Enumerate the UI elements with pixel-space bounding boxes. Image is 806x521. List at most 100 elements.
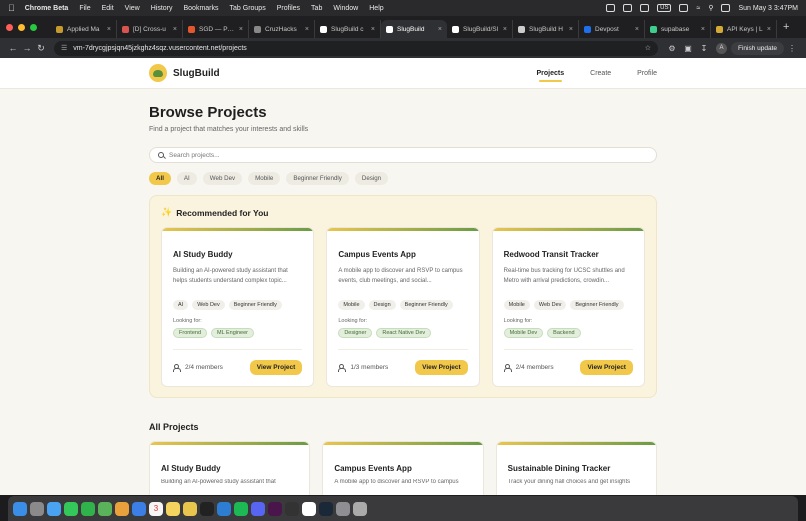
- menu-tab[interactable]: Tab: [311, 5, 322, 12]
- steam-icon[interactable]: [319, 501, 333, 516]
- new-tab-button[interactable]: +: [783, 21, 789, 33]
- project-title[interactable]: AI Study Buddy: [173, 250, 313, 259]
- project-card[interactable]: Campus Events App A mobile app to discove…: [326, 227, 480, 387]
- github-icon[interactable]: [285, 501, 299, 516]
- zoom-window-button[interactable]: [30, 23, 37, 31]
- browser-tab[interactable]: [D] Cross-u ×: [117, 20, 183, 38]
- view-project-button[interactable]: View Project: [415, 360, 468, 375]
- more-menu-icon[interactable]: ⋮: [784, 44, 800, 53]
- launchpad-icon[interactable]: [30, 501, 44, 516]
- filter-chip[interactable]: Mobile: [248, 172, 281, 185]
- address-bar[interactable]: ☰ vm-7drycgjpsjqn45jzkghz4sqz.vuserconte…: [54, 40, 658, 56]
- nav-projects[interactable]: Projects: [537, 70, 564, 82]
- close-window-button[interactable]: [6, 23, 13, 31]
- browser-tab[interactable]: Applied Ma ×: [51, 20, 117, 38]
- search-input[interactable]: Search projects...: [149, 147, 657, 163]
- status-icon[interactable]: [623, 4, 633, 12]
- project-card[interactable]: Campus Events App A mobile app to discove…: [322, 441, 484, 495]
- menu-profiles[interactable]: Profiles: [277, 5, 300, 12]
- extensions-icon[interactable]: ⚙: [664, 44, 680, 53]
- project-title[interactable]: Redwood Transit Tracker: [504, 250, 644, 259]
- menu-window[interactable]: Window: [333, 5, 358, 12]
- project-card[interactable]: Sustainable Dining Tracker Track your din…: [495, 441, 657, 495]
- menu-help[interactable]: Help: [369, 5, 383, 12]
- reload-icon[interactable]: ↻: [34, 43, 48, 54]
- calendar-icon[interactable]: 3: [149, 501, 163, 516]
- bookmark-star-icon[interactable]: ☆: [645, 44, 651, 52]
- settings-icon[interactable]: [336, 501, 350, 516]
- chrome-icon[interactable]: [183, 501, 197, 516]
- facetime-icon[interactable]: [81, 501, 95, 516]
- browser-tab[interactable]: API Keys | L ×: [711, 20, 777, 38]
- finish-update-button[interactable]: Finish update: [730, 41, 784, 55]
- url-text[interactable]: vm-7drycgjpsjqn45jzkghz4sqz.vusercontent…: [73, 45, 247, 52]
- safari-icon[interactable]: [47, 501, 61, 516]
- status-icon[interactable]: [606, 4, 616, 12]
- control-center-icon[interactable]: [721, 4, 731, 12]
- menu-tab-groups[interactable]: Tab Groups: [230, 5, 266, 12]
- photos-icon[interactable]: [115, 501, 129, 516]
- browser-tab[interactable]: SlugBuild H ×: [513, 20, 579, 38]
- project-title[interactable]: Campus Events App: [338, 250, 478, 259]
- tab-close-icon[interactable]: ×: [635, 26, 639, 33]
- browser-tab[interactable]: SGD — PyTo ×: [183, 20, 249, 38]
- project-card[interactable]: AI Study Buddy Building an AI-powered stu…: [161, 227, 315, 387]
- discord-icon[interactable]: [251, 501, 265, 516]
- filter-chip[interactable]: Beginner Friendly: [286, 172, 349, 185]
- nav-profile[interactable]: Profile: [637, 70, 657, 77]
- browser-tab[interactable]: Devpost ×: [579, 20, 645, 38]
- site-info-icon[interactable]: ☰: [61, 44, 67, 52]
- nav-create[interactable]: Create: [590, 70, 611, 77]
- filter-chip[interactable]: Web Dev: [202, 172, 243, 185]
- project-title[interactable]: Sustainable Dining Tracker: [508, 464, 656, 473]
- menu-bookmarks[interactable]: Bookmarks: [184, 5, 219, 12]
- download-icon[interactable]: ↧: [696, 44, 712, 53]
- filter-chip[interactable]: All: [149, 172, 171, 185]
- menu-app-name[interactable]: Chrome Beta: [25, 5, 69, 12]
- tab-close-icon[interactable]: ×: [107, 26, 111, 33]
- notion-icon[interactable]: [302, 501, 316, 516]
- browser-tab[interactable]: SlugBuild ×: [381, 20, 447, 38]
- tab-close-icon[interactable]: ×: [438, 26, 442, 33]
- tab-close-icon[interactable]: ×: [701, 26, 705, 33]
- apple-menu-icon[interactable]: : [8, 3, 15, 13]
- browser-tab[interactable]: SlugBuild/Sl ×: [447, 20, 513, 38]
- filter-chip[interactable]: AI: [176, 172, 197, 185]
- vscode-icon[interactable]: [217, 501, 231, 516]
- slug-logo-icon[interactable]: [149, 64, 167, 82]
- minimize-window-button[interactable]: [18, 23, 25, 31]
- wifi-icon[interactable]: ≈: [696, 5, 700, 12]
- browser-tab[interactable]: SlugBuild c ×: [315, 20, 381, 38]
- brand-name[interactable]: SlugBuild: [173, 68, 220, 79]
- project-title[interactable]: AI Study Buddy: [161, 464, 309, 473]
- tab-close-icon[interactable]: ×: [173, 26, 177, 33]
- tab-close-icon[interactable]: ×: [503, 26, 507, 33]
- terminal-icon[interactable]: [200, 501, 214, 516]
- project-title[interactable]: Campus Events App: [334, 464, 482, 473]
- tab-close-icon[interactable]: ×: [767, 26, 771, 33]
- notes-icon[interactable]: [166, 501, 180, 516]
- menu-file[interactable]: File: [79, 5, 90, 12]
- view-project-button[interactable]: View Project: [580, 360, 633, 375]
- search-icon[interactable]: ⚲: [708, 4, 713, 12]
- mail-icon[interactable]: [132, 501, 146, 516]
- project-card[interactable]: Redwood Transit Tracker Real-time bus tra…: [491, 227, 645, 387]
- view-project-button[interactable]: View Project: [249, 360, 303, 375]
- tab-close-icon[interactable]: ×: [371, 26, 375, 33]
- forward-icon[interactable]: →: [20, 43, 34, 53]
- tab-close-icon[interactable]: ×: [305, 26, 309, 33]
- menubar-clock[interactable]: Sun May 3 3:47PM: [738, 5, 798, 12]
- browser-tab[interactable]: CruzHacks ×: [249, 20, 315, 38]
- menu-view[interactable]: View: [125, 5, 140, 12]
- profile-avatar[interactable]: A: [715, 42, 727, 54]
- back-icon[interactable]: ←: [6, 43, 20, 53]
- trash-icon[interactable]: [353, 501, 367, 516]
- project-card[interactable]: AI Study Buddy Building an AI-powered stu…: [149, 441, 311, 495]
- finder-icon[interactable]: [13, 501, 27, 516]
- status-icon[interactable]: [640, 4, 650, 12]
- browser-tab[interactable]: supabase ×: [645, 20, 711, 38]
- tab-close-icon[interactable]: ×: [569, 26, 573, 33]
- input-source-indicator[interactable]: US: [657, 4, 672, 12]
- filter-chip[interactable]: Design: [354, 172, 389, 185]
- menu-history[interactable]: History: [151, 5, 173, 12]
